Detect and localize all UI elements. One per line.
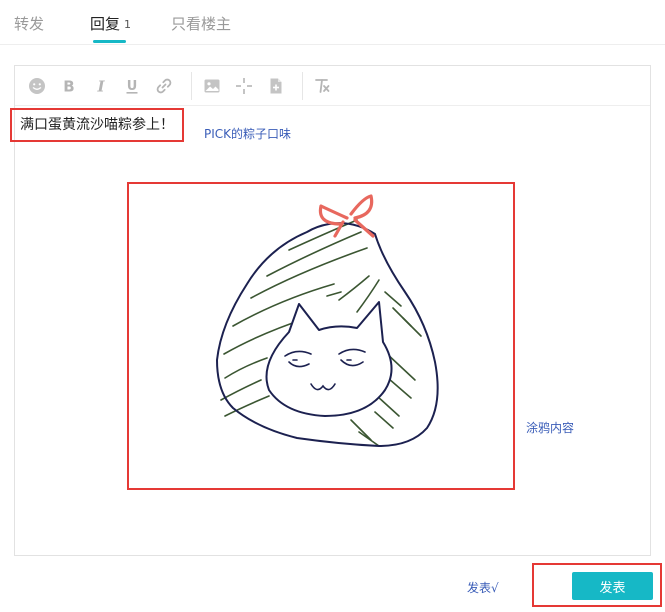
cat-head: [265, 301, 393, 417]
doodle-drawing: [216, 194, 439, 447]
svg-text:U: U: [127, 79, 138, 94]
link-icon[interactable]: [154, 76, 174, 96]
ribbon-bow: [318, 194, 375, 238]
file-icon[interactable]: [266, 76, 286, 96]
toolbar-divider: [302, 72, 303, 100]
publish-button[interactable]: 发表: [572, 572, 653, 600]
tab-owner-only[interactable]: 只看楼主: [171, 13, 231, 34]
tab-reply-label: 回复: [90, 15, 121, 33]
editor-content-text[interactable]: 满口蛋黄流沙喵粽参上！: [10, 108, 184, 142]
editor-toolbar: B I U: [15, 66, 650, 106]
italic-icon[interactable]: I: [91, 76, 111, 96]
doodle-icon[interactable]: [234, 76, 254, 96]
doodle-annotation: 涂鸦内容: [526, 421, 575, 435]
bold-icon[interactable]: B: [59, 76, 79, 96]
toolbar-divider: [191, 72, 192, 100]
tab-repost-label: 转发: [14, 15, 45, 33]
tab-bar: 转发 回复 1 只看楼主: [0, 0, 665, 45]
svg-text:I: I: [96, 78, 105, 96]
underline-icon[interactable]: U: [122, 76, 142, 96]
svg-text:B: B: [63, 78, 74, 96]
tab-repost[interactable]: 转发: [14, 13, 44, 34]
clear-format-icon[interactable]: [312, 76, 332, 96]
tab-reply-count: 1: [124, 18, 132, 31]
tab-reply[interactable]: 回复 1: [90, 13, 131, 34]
publish-annotation: 发表√: [467, 581, 499, 595]
tab-owner-only-label: 只看楼主: [171, 15, 232, 33]
active-tab-indicator: [93, 40, 126, 43]
image-icon[interactable]: [202, 76, 222, 96]
emoji-icon[interactable]: [27, 76, 47, 96]
pick-annotation: PICK的粽子口味: [204, 127, 292, 141]
doodle-drawing-frame: [127, 182, 515, 490]
